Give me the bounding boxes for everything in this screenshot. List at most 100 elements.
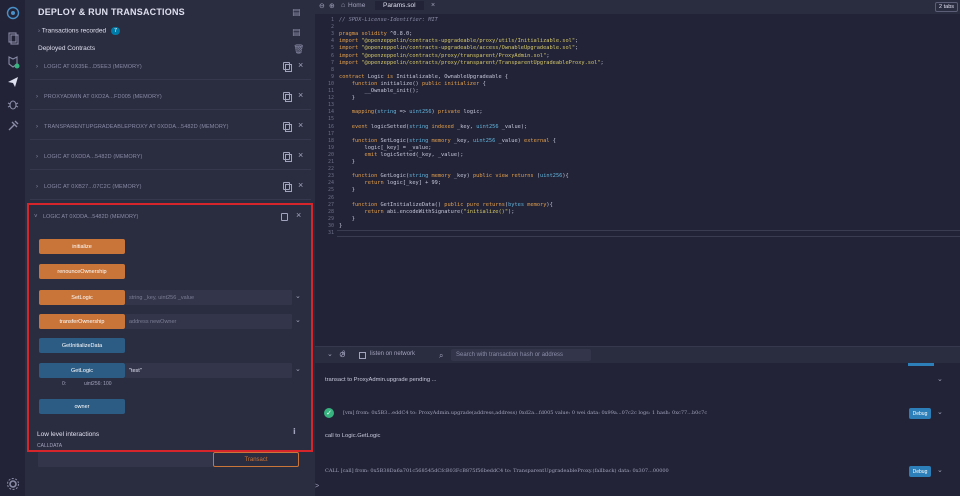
code-line: return abi.encodeWithSignature("initiali… (364, 208, 515, 215)
deployed-contract[interactable]: › TRANSPARENTUPGRADEABLEPROXY AT 0XDDA..… (30, 116, 311, 140)
line-number: 26 (327, 194, 334, 201)
line-number: 3 (330, 31, 334, 38)
set-logic-button[interactable]: SetLogic (39, 290, 125, 305)
terminal: transact to ProxyAdmin.upgrade pending .… (315, 363, 960, 496)
close-icon[interactable]: × (298, 60, 303, 70)
debugger-icon[interactable] (5, 96, 21, 112)
chevron-down-icon[interactable]: ⌄ (295, 365, 301, 373)
copy-icon[interactable] (283, 122, 292, 132)
line-number: 13 (327, 102, 334, 109)
line-number: 11 (327, 88, 334, 94)
line-number: 18 (327, 137, 334, 144)
panel-title: DEPLOY & RUN TRANSACTIONS (38, 7, 185, 17)
renounce-ownership-button[interactable]: renounceOwnership (39, 264, 125, 279)
line-number: 14 (327, 109, 334, 116)
deployed-contract[interactable]: › PROXYADMIN AT 0XD2A...FD005 (MEMORY) × (30, 86, 311, 110)
code-line: } (339, 215, 355, 222)
current-line-highlight (337, 230, 960, 237)
close-tab-icon[interactable]: × (431, 2, 435, 9)
transfer-ownership-button[interactable]: transferOwnership (39, 314, 125, 329)
deployed-contract[interactable]: › LOGIC AT 0XB27...07C2C (MEMORY) × (30, 176, 311, 200)
icon-bar (0, 0, 26, 496)
remix-ide: DEPLOY & RUN TRANSACTIONS ▤ › Transactio… (0, 0, 960, 496)
transact-button[interactable]: Transact (213, 452, 299, 467)
zoom-out-icon[interactable]: ⊖ (319, 2, 325, 10)
close-icon[interactable]: × (298, 150, 303, 160)
line-number: 27 (327, 201, 334, 208)
deployed-contract[interactable]: › LOGIC AT 0X35E...D5EE3 (MEMORY) × (30, 56, 311, 80)
chevron-down-icon[interactable]: ⌄ (295, 292, 301, 300)
success-check-icon: ✓ (324, 408, 334, 418)
chevron-down-icon[interactable]: ⌄ (327, 350, 333, 358)
copy-icon[interactable] (283, 182, 292, 192)
code-line: return logic[_key] + 99; (364, 180, 442, 187)
code-line: logic[_key] = _value; (339, 144, 432, 151)
code-editor[interactable]: 1 2 3 4 5 6 7 8 9 10 11 12 13 14 15 16 17 18 19 20 21 22 23 24 2… (315, 14, 960, 346)
get-initialize-data-button[interactable]: GetInitializeData (39, 338, 125, 353)
chevron-right-icon: › (36, 94, 38, 100)
listen-on-network-checkbox[interactable] (359, 352, 366, 359)
close-icon[interactable]: × (296, 210, 301, 220)
line-number: 22 (327, 166, 334, 173)
transactions-recorded-label: Transactions recorded (41, 27, 107, 35)
deployed-contracts-label: Deployed Contracts (38, 45, 96, 52)
contract-name: PROXYADMIN AT 0XD2A...FD005 (MEMORY) (44, 94, 162, 100)
chevron-down-icon[interactable]: ⌄ (937, 466, 943, 474)
contract-name: LOGIC AT 0XDDA...5482D (MEMORY) (44, 154, 143, 160)
vm-log: [vm] from: 0x5B3...eddC4 to: ProxyAdmin.… (343, 410, 708, 416)
copy-icon[interactable] (283, 152, 292, 162)
code-line: // SPDX-License-Identifier: MIT (339, 17, 438, 23)
copy-icon[interactable] (281, 213, 288, 221)
line-number: 16 (327, 123, 334, 130)
code-line: __Ownable_init(); (339, 88, 419, 94)
initialize-button[interactable]: initialize (39, 239, 125, 254)
debug-button-partial[interactable] (908, 363, 934, 366)
calldata-input[interactable] (38, 452, 213, 467)
line-gutter: 1 2 3 4 5 6 7 8 9 10 11 12 13 14 15 16 17 18 19 20 21 22 23 24 2… (315, 14, 337, 346)
remix-logo-icon[interactable] (5, 5, 21, 21)
chevron-down-icon[interactable]: ⌄ (937, 408, 943, 416)
file-explorer-icon[interactable] (5, 30, 21, 46)
copy-icon[interactable] (283, 92, 292, 102)
get-logic-input[interactable]: "test" (125, 363, 292, 378)
set-logic-input[interactable]: string _key, uint256 _value (125, 290, 292, 305)
transfer-ownership-input[interactable]: address newOwner (125, 314, 292, 329)
line-number: 7 (330, 59, 334, 66)
home-icon[interactable]: ⌂ (341, 2, 345, 9)
copy-icon[interactable] (283, 62, 292, 72)
debug-button[interactable]: Debug (909, 466, 931, 477)
transactions-recorded-row[interactable]: › Transactions recorded 7 (38, 27, 121, 35)
zoom-in-icon[interactable]: ⊕ (329, 2, 335, 10)
get-logic-button[interactable]: GetLogic (39, 363, 125, 378)
chevron-down-icon[interactable]: ⌄ (937, 375, 943, 383)
close-icon[interactable]: × (298, 180, 303, 190)
tab-home[interactable]: Home (348, 2, 365, 9)
solidity-compiler-icon[interactable] (5, 54, 21, 70)
debug-button[interactable]: Debug (909, 408, 931, 419)
owner-button[interactable]: owner (39, 399, 125, 414)
terminal-prompt[interactable]: > (315, 483, 319, 490)
code-line: import "@openzeppelin/contracts-upgradea… (339, 45, 579, 52)
plugin-manager-icon[interactable] (5, 118, 21, 134)
code-line: import "@openzeppelin/contracts-upgradea… (339, 38, 579, 45)
deploy-run-icon[interactable] (5, 74, 21, 90)
save-scenario-icon[interactable]: ▤ (292, 27, 301, 38)
pending-line: transact to ProxyAdmin.upgrade pending .… (325, 377, 437, 383)
chevron-down-icon[interactable]: ⌄ (295, 316, 301, 324)
trash-icon[interactable]: 🗑 (293, 44, 304, 55)
info-icon[interactable]: ⅰ (293, 427, 296, 436)
close-icon[interactable]: × (298, 120, 303, 130)
deployed-contract[interactable]: › LOGIC AT 0XDDA...5482D (MEMORY) × (30, 146, 311, 170)
code-line: function GetLogic(string memory _key) pu… (351, 173, 569, 180)
transaction-search-input[interactable]: Search with transaction hash or address (451, 349, 591, 361)
tab-params-sol[interactable]: Params.sol (375, 1, 424, 10)
listen-on-network-label: listen on network (370, 351, 416, 357)
docs-icon[interactable]: ▤ (292, 7, 301, 18)
chevron-down-icon[interactable]: ˅ (34, 214, 38, 220)
settings-gear-icon[interactable] (5, 476, 21, 492)
tabs-count[interactable]: 2 tabs (935, 2, 958, 12)
code-line: } (339, 187, 355, 194)
line-number: 5 (330, 45, 334, 52)
close-icon[interactable]: × (298, 90, 303, 100)
line-number: 29 (327, 215, 334, 222)
